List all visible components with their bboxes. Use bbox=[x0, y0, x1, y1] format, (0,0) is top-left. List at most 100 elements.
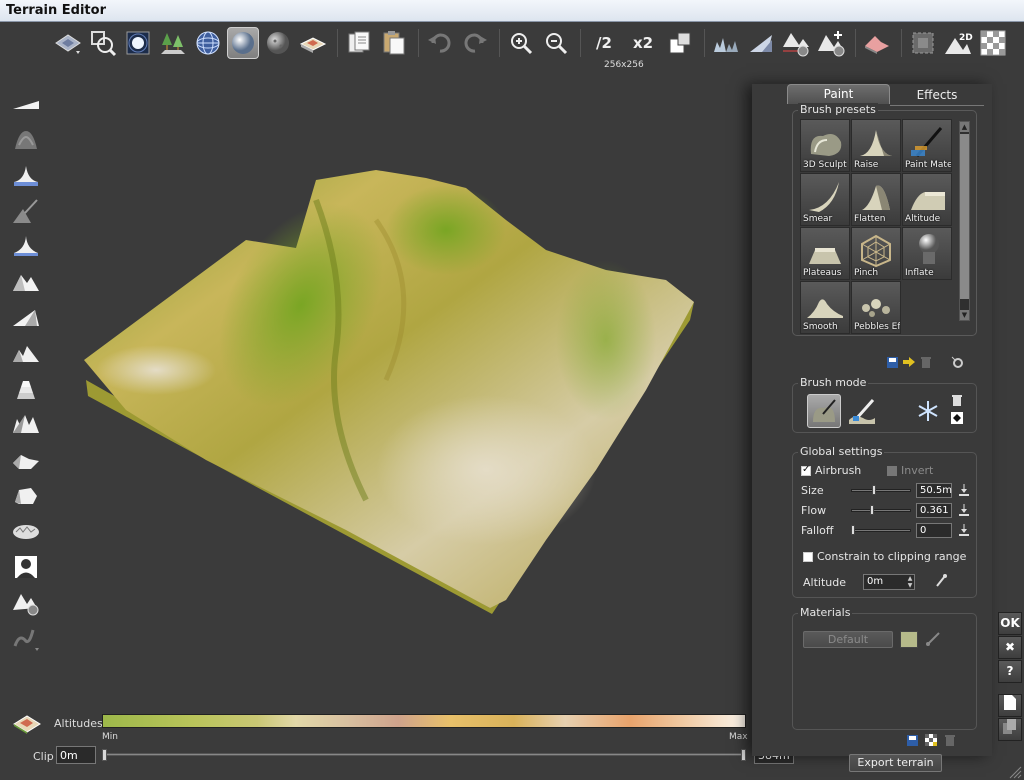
freeze-button[interactable] bbox=[911, 394, 945, 428]
falloff-slider[interactable] bbox=[851, 525, 911, 535]
scroll-thumb[interactable] bbox=[960, 134, 969, 299]
preset-raise[interactable]: Raise bbox=[851, 119, 901, 172]
resize-grip-icon[interactable] bbox=[1008, 765, 1022, 779]
terrain-gear-tool[interactable] bbox=[8, 584, 44, 620]
preset-plateaus[interactable]: Plateaus bbox=[800, 227, 850, 280]
default-material-button[interactable]: Default bbox=[803, 631, 893, 648]
invert-checkbox[interactable] bbox=[887, 465, 897, 476]
terrain-viewport[interactable] bbox=[46, 80, 746, 680]
terrain-material-button[interactable] bbox=[861, 27, 893, 59]
delete-material-icon[interactable] bbox=[944, 734, 956, 746]
clip-min-input[interactable]: 0m bbox=[56, 746, 96, 764]
tab-effects[interactable]: Effects bbox=[890, 86, 984, 106]
trees-button[interactable] bbox=[157, 27, 189, 59]
size-input[interactable]: 50.5m bbox=[916, 483, 952, 498]
add-terrain-button[interactable] bbox=[815, 27, 847, 59]
zoom-in-button[interactable] bbox=[505, 27, 537, 59]
ok-button[interactable]: OK bbox=[998, 612, 1022, 635]
histogram-button[interactable] bbox=[710, 27, 742, 59]
paste-button[interactable] bbox=[378, 27, 410, 59]
terrain-view-button[interactable] bbox=[52, 27, 84, 59]
save-material-icon[interactable] bbox=[906, 734, 918, 746]
preset-3d-sculpt[interactable]: 3D Sculpt bbox=[800, 119, 850, 172]
size-reset-icon[interactable] bbox=[959, 484, 969, 496]
flow-slider-knob[interactable] bbox=[870, 505, 874, 515]
erosion-tool[interactable] bbox=[8, 122, 44, 158]
preset-inflate[interactable]: Inflate bbox=[902, 227, 952, 280]
airbrush-checkbox[interactable] bbox=[801, 464, 811, 476]
preset-settings-icon[interactable] bbox=[951, 356, 963, 368]
redo-button[interactable] bbox=[459, 27, 491, 59]
crater-tool[interactable] bbox=[8, 442, 44, 478]
paint-brush-tool[interactable] bbox=[8, 193, 44, 229]
falloff-input[interactable]: 0 bbox=[916, 523, 952, 538]
clip-min-handle[interactable] bbox=[102, 749, 107, 761]
preset-flatten[interactable]: Flatten bbox=[851, 173, 901, 226]
presets-scrollbar[interactable]: ▲ ▼ bbox=[959, 121, 970, 321]
rock-sphere-button[interactable] bbox=[262, 27, 294, 59]
ridges-tool[interactable] bbox=[8, 335, 44, 371]
resize-terrain-button[interactable] bbox=[664, 27, 696, 59]
scroll-up-icon[interactable]: ▲ bbox=[960, 122, 969, 132]
terrain-settings-button[interactable] bbox=[780, 27, 812, 59]
copy-document-button[interactable] bbox=[998, 718, 1022, 741]
constrain-checkbox[interactable] bbox=[803, 551, 813, 562]
apply-preset-arrow-icon[interactable] bbox=[903, 356, 915, 368]
light-button[interactable] bbox=[122, 27, 154, 59]
raise-tool[interactable] bbox=[8, 157, 44, 193]
rock-tool[interactable] bbox=[8, 478, 44, 514]
wireframe-sphere-button[interactable] bbox=[192, 27, 224, 59]
tab-paint[interactable]: Paint bbox=[787, 84, 890, 104]
preset-paint-material[interactable]: Paint Mater bbox=[902, 119, 952, 172]
brush-size-tool[interactable] bbox=[8, 86, 44, 122]
freeze-clear-icon[interactable] bbox=[951, 394, 963, 406]
transparency-button[interactable] bbox=[977, 27, 1009, 59]
sculpt-mode-button[interactable] bbox=[807, 394, 841, 428]
size-slider-knob[interactable] bbox=[872, 485, 876, 495]
view-2d-button[interactable]: 2D bbox=[942, 27, 974, 59]
new-document-button[interactable] bbox=[998, 694, 1022, 717]
export-terrain-button[interactable]: Export terrain bbox=[849, 754, 942, 772]
textured-terrain-button[interactable] bbox=[297, 27, 329, 59]
shaded-sphere-button[interactable] bbox=[227, 27, 259, 59]
crop-button[interactable] bbox=[907, 27, 939, 59]
altitude-color-gradient[interactable] bbox=[102, 714, 746, 728]
preset-smear[interactable]: Smear bbox=[800, 173, 850, 226]
material-brush-icon[interactable] bbox=[925, 631, 941, 647]
preset-pebbles-effect[interactable]: Pebbles Eff bbox=[851, 281, 901, 334]
slope-tool[interactable] bbox=[8, 300, 44, 336]
eyedropper-icon[interactable] bbox=[935, 574, 947, 588]
custom-brush-tool[interactable] bbox=[8, 620, 44, 656]
zoom-out-button[interactable] bbox=[540, 27, 572, 59]
undo-button[interactable] bbox=[424, 27, 456, 59]
freeze-invert-icon[interactable] bbox=[951, 412, 963, 424]
slope-button[interactable] bbox=[745, 27, 777, 59]
pinch-tool[interactable] bbox=[8, 228, 44, 264]
terraces-tool[interactable] bbox=[8, 371, 44, 407]
clip-range-slider[interactable] bbox=[102, 749, 746, 761]
save-preset-icon[interactable] bbox=[886, 356, 898, 368]
peaks-tool[interactable] bbox=[8, 406, 44, 442]
scroll-down-icon[interactable]: ▼ bbox=[960, 310, 969, 320]
altitude-spinner-icon[interactable]: ▲ ▼ bbox=[906, 575, 914, 589]
preset-smooth[interactable]: Smooth bbox=[800, 281, 850, 334]
flow-input[interactable]: 0.361 bbox=[916, 503, 952, 518]
zoom-selection-button[interactable] bbox=[87, 27, 119, 59]
copy-button[interactable] bbox=[343, 27, 375, 59]
material-checker-icon[interactable] bbox=[925, 734, 937, 746]
cancel-button[interactable]: ✖ bbox=[998, 636, 1022, 659]
portrait-tool[interactable] bbox=[8, 549, 44, 585]
flow-slider[interactable] bbox=[851, 505, 911, 515]
noise-tool[interactable] bbox=[8, 513, 44, 549]
falloff-reset-icon[interactable] bbox=[959, 524, 969, 536]
paint-mode-button[interactable] bbox=[845, 394, 879, 428]
help-button[interactable]: ? bbox=[998, 660, 1022, 683]
double-resolution-button[interactable]: x2 bbox=[625, 27, 661, 59]
material-color-swatch[interactable] bbox=[900, 631, 918, 648]
size-slider[interactable] bbox=[851, 485, 911, 495]
preset-altitude[interactable]: Altitude bbox=[902, 173, 952, 226]
preset-pinch[interactable]: Pinch bbox=[851, 227, 901, 280]
clip-max-handle[interactable] bbox=[741, 749, 746, 761]
halve-resolution-button[interactable]: /2 bbox=[586, 27, 622, 59]
mountain-tool[interactable] bbox=[8, 264, 44, 300]
